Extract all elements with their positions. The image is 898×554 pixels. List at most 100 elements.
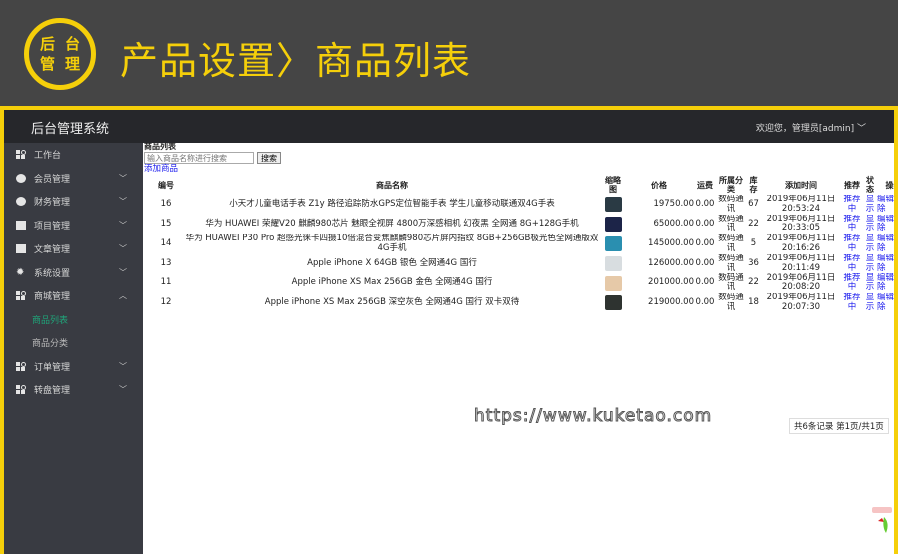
seal-char: 管 [39,55,55,73]
chevron-down-icon: ﹀ [119,197,127,206]
product-price: 219000.00 [648,297,694,308]
sidebar-item-wheel[interactable]: 转盘管理 ﹀ [4,378,143,402]
grid-icon [16,385,26,395]
table-row: 14 华为 HUAWEI P30 Pro 超感光徕卡四摄10倍混合变焦麒麟980芯… [150,234,894,254]
product-price: 19750.00 [653,199,694,210]
chevron-down-icon: ﹀ [119,267,127,277]
product-time: 2019年06月11日 20:16:26 [766,234,836,253]
product-freight: 0.00 [695,297,715,308]
recommend-link[interactable]: 推荐中 [841,254,863,273]
product-thumbnail[interactable] [604,216,622,232]
sidebar-item-dashboard[interactable]: 工作台 [4,143,143,167]
product-price: 126000.00 [648,257,694,268]
add-product-link[interactable]: 添加商品 [144,164,894,175]
product-time: 2019年06月11日 20:07:30 [766,292,836,312]
table-row: 15 华为 HUAWEI 荣耀V20 麒麟980芯片 魅眼全视屏 4800万深感相… [150,215,894,235]
column-header: 状态 [866,176,874,194]
content-area: 商品列表 搜索 添加商品 编号 商品名称 缩略图 价格 运费所属分类库存 添加时间 推荐状态… [144,143,894,554]
breadcrumb: 商品列表 [144,143,176,151]
column-header: 添加时间 [785,180,817,190]
user-menu[interactable]: 欢迎您，管理员[admin] ﹀ [756,121,866,134]
product-price: 145000.00 [648,238,694,249]
column-header: 价格 [651,180,667,190]
column-header: 运费 [697,180,713,190]
sidebar-item-projects[interactable]: 项目管理 ﹀ [4,214,143,238]
seal-char: 理 [64,55,80,73]
product-thumbnail[interactable] [604,236,622,252]
watermark: https://www.kuketao.com [473,406,713,427]
product-category: 数码通讯 [718,292,744,312]
sidebar-subitem-product-list[interactable]: 商品列表 [4,308,143,332]
sidebar: 工作台 会员管理 ﹀ 财务管理 ﹀ 项目管理 ﹀ 文章管理 ﹀ ✹ 系统设置 ﹀ 商城管理 ︿… [4,143,143,554]
status-link[interactable]: 显示 [863,293,877,312]
product-name: Apple iPhone XS Max 256GB 金色 全网通4G 国行 [291,277,493,288]
product-price: 65000.00 [653,218,694,229]
seal-char: 台 [64,35,80,53]
product-freight: 0.00 [695,277,715,288]
pagination: 共6条记录 第1页/共1页 [789,418,889,434]
product-thumbnail[interactable] [604,295,622,311]
status-link[interactable]: 显示 [863,195,877,214]
sidebar-item-orders[interactable]: 订单管理 ﹀ [4,355,143,379]
product-category: 数码通讯 [718,214,744,234]
product-freight: 0.00 [695,238,715,249]
product-stock: 36 [748,257,759,268]
product-id: 13 [160,257,172,268]
gear-icon: ✹ [16,266,25,278]
search-button[interactable]: 搜索 [257,152,281,164]
product-stock: 67 [748,199,759,210]
chevron-down-icon: ﹀ [854,124,866,134]
recommend-link[interactable]: 推荐中 [841,273,863,293]
floating-ad-icon[interactable] [870,503,892,543]
sidebar-item-finance[interactable]: 财务管理 ﹀ [4,190,143,214]
recommend-link[interactable]: 推荐中 [841,234,863,253]
column-header: 推荐 [844,180,860,190]
product-thumbnail[interactable] [604,275,622,291]
product-id: 12 [160,297,172,308]
welcome-text: 欢迎您，管理员[admin] [755,124,855,134]
product-thumbnail[interactable] [604,197,622,213]
table-row: 13 Apple iPhone X 64GB 银色 全网通4G 国行 126000.… [150,254,894,274]
status-link[interactable]: 显示 [863,215,877,234]
sidebar-item-members[interactable]: 会员管理 ﹀ [4,167,143,191]
recommend-link[interactable]: 推荐中 [841,195,863,214]
product-name: 小天才儿童电话手表 Z1y 路径追踪防水GPS定位智能手表 学生儿童移动联通双4… [229,199,555,210]
sidebar-item-label: 项目管理 [34,221,71,232]
status-link[interactable]: 显示 [863,273,877,293]
column-header: 缩略图 [605,176,621,194]
table-row: 12 Apple iPhone XS Max 256GB 深空灰色 全网通4G 国… [150,293,894,313]
sidebar-item-label: 工作台 [34,151,62,162]
product-time: 2019年06月11日 20:11:49 [766,253,836,273]
chevron-up-icon: ︿ [119,291,127,300]
sidebar-item-settings[interactable]: ✹ 系统设置 ﹀ [4,261,143,285]
status-link[interactable]: 显示 [863,254,877,273]
recommend-link[interactable]: 推荐中 [841,215,863,234]
chevron-down-icon: ﹀ [119,220,127,230]
recommend-link[interactable]: 推荐中 [841,293,863,312]
status-link[interactable]: 显示 [863,234,877,253]
grid-icon [16,150,26,160]
product-thumbnail[interactable] [604,256,622,272]
search-bar: 搜索 [144,152,894,164]
product-time: 2019年06月11日 20:53:24 [766,195,836,214]
table-row: 11 Apple iPhone XS Max 256GB 金色 全网通4G 国行 2… [150,273,894,293]
search-input[interactable] [144,152,254,164]
chevron-down-icon: ﹀ [119,244,127,253]
sidebar-item-mall[interactable]: 商城管理 ︿ [4,284,143,308]
chevron-down-icon: ﹀ [119,361,127,371]
product-stock: 22 [748,218,759,229]
column-header: 所属分类 [719,176,743,194]
grid-icon [16,361,26,371]
sidebar-item-label: 转盘管理 [34,386,71,397]
product-id: 14 [160,238,172,249]
chevron-down-icon: ﹀ [119,385,127,394]
sidebar-item-articles[interactable]: 文章管理 ﹀ [4,237,143,261]
sidebar-subitem-product-category[interactable]: 商品分类 [4,331,143,355]
product-name: 华为 HUAWEI 荣耀V20 麒麟980芯片 魅眼全视屏 4800万深感相机 … [205,218,579,229]
product-id: 16 [160,199,172,210]
product-price: 201000.00 [648,277,694,288]
product-name: Apple iPhone XS Max 256GB 深空灰色 全网通4G 国行 … [264,297,520,308]
system-name: 后台管理系统 [31,122,110,137]
product-stock: 5 [750,238,757,249]
grid-icon [16,291,26,301]
